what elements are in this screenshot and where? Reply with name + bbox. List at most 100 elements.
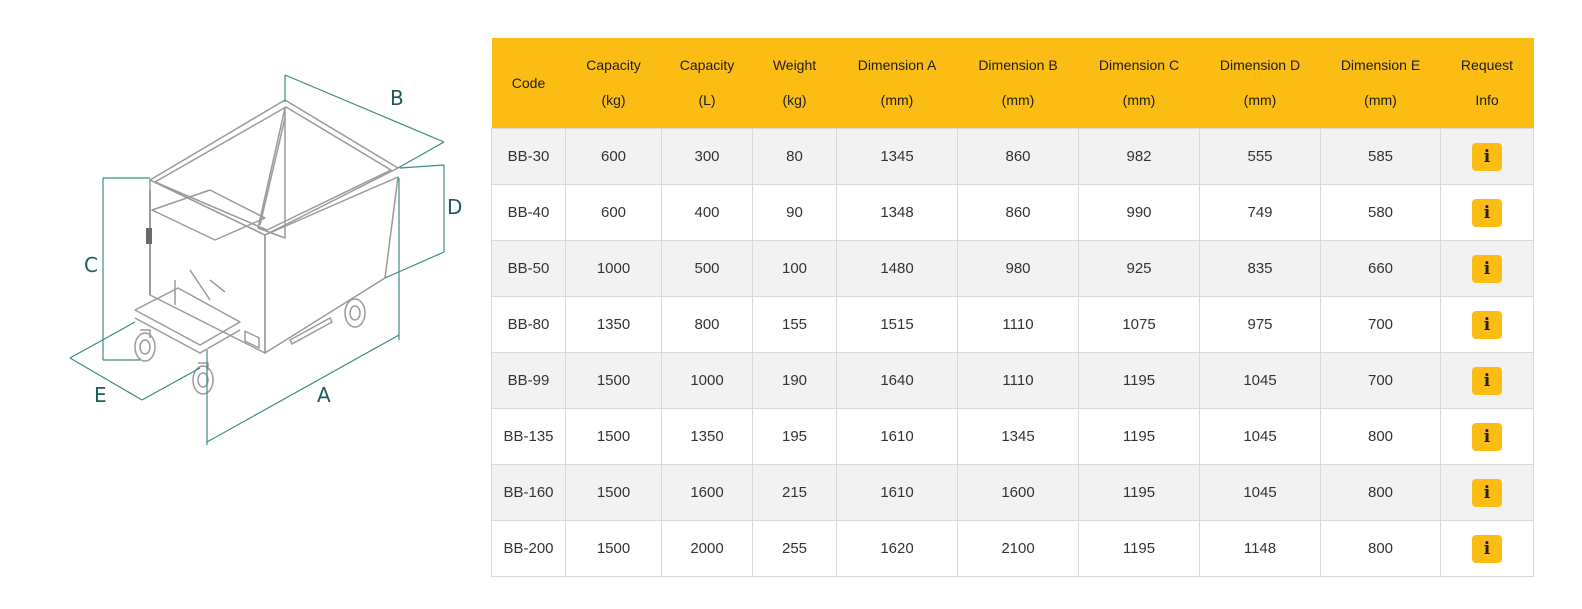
table-cell-capacity-kg: 1000: [565, 240, 662, 297]
info-icon: i: [1483, 426, 1491, 447]
table-row: BB-200 1500 2000 255 1620 2100 1195 1148 800 i: [491, 520, 1534, 577]
table-cell-capacity-kg: 1500: [565, 352, 662, 409]
column-header-weight: Weight (kg): [752, 38, 837, 129]
info-icon: i: [1483, 314, 1491, 335]
table-cell-dimension-a: 1610: [836, 464, 958, 521]
column-header-line1: Request: [1460, 57, 1514, 73]
table-cell-dimension-a: 1515: [836, 296, 958, 353]
table-cell-dimension-e: 700: [1320, 296, 1441, 353]
table-cell-capacity-kg: 1500: [565, 520, 662, 577]
table-row: BB-40 600 400 90 1348 860 990 749 580 i: [491, 184, 1534, 241]
table-cell-dimension-c: 1195: [1078, 408, 1200, 465]
table-cell-request-info: i: [1440, 184, 1534, 241]
request-info-button[interactable]: i: [1472, 254, 1502, 283]
table-cell-dimension-b: 1345: [957, 408, 1079, 465]
table-cell-capacity-l: 500: [661, 240, 753, 297]
column-header-line1: Dimension B: [978, 57, 1058, 73]
table-cell-code: BB-160: [491, 464, 566, 521]
request-info-button[interactable]: i: [1472, 310, 1502, 339]
table-row: BB-30 600 300 80 1345 860 982 555 585 i: [491, 128, 1534, 185]
table-body: BB-30 600 300 80 1345 860 982 555 585 i BB-40 600 40…: [491, 128, 1534, 577]
table-cell-dimension-c: 990: [1078, 184, 1200, 241]
column-header-line2: (kg): [601, 92, 626, 108]
column-header-line1: Dimension C: [1098, 57, 1180, 73]
table-cell-capacity-l: 1000: [661, 352, 753, 409]
table-cell-dimension-d: 555: [1199, 128, 1321, 185]
table-cell-weight: 80: [752, 128, 837, 185]
column-header-line2: (L): [698, 92, 716, 108]
column-header-capacity-kg: Capacity (kg): [565, 38, 662, 129]
column-header-dimension-b: Dimension B (mm): [957, 38, 1079, 129]
table-cell-capacity-kg: 600: [565, 184, 662, 241]
table-cell-capacity-kg: 600: [565, 128, 662, 185]
column-header-line2: (kg): [782, 92, 807, 108]
info-icon: i: [1483, 538, 1491, 559]
table-cell-weight: 215: [752, 464, 837, 521]
column-header-dimension-c: Dimension C (mm): [1078, 38, 1200, 129]
table-cell-capacity-l: 2000: [661, 520, 753, 577]
wheel-front-left: [134, 329, 156, 362]
table-cell-request-info: i: [1440, 352, 1534, 409]
table-cell-dimension-e: 580: [1320, 184, 1441, 241]
table-cell-dimension-e: 800: [1320, 408, 1441, 465]
dimension-label-e: E: [94, 383, 107, 407]
table-cell-dimension-c: 1075: [1078, 296, 1200, 353]
request-info-button[interactable]: i: [1472, 422, 1502, 451]
product-dimension-drawing: A B C D E: [69, 74, 462, 445]
table-cell-capacity-kg: 1500: [565, 408, 662, 465]
table-cell-dimension-c: 1195: [1078, 464, 1200, 521]
column-header-line2: Code: [511, 74, 546, 91]
table-cell-capacity-l: 1600: [661, 464, 753, 521]
wheel-front-right: [192, 362, 214, 395]
column-header-dimension-e: Dimension E (mm): [1320, 38, 1441, 129]
dimension-line-a: [206, 334, 400, 443]
table-row: BB-99 1500 1000 190 1640 1110 1195 1045 700 i: [491, 352, 1534, 409]
table-cell-code: BB-200: [491, 520, 566, 577]
request-info-button[interactable]: i: [1472, 198, 1502, 227]
table-cell-code: BB-30: [491, 128, 566, 185]
table-cell-dimension-e: 800: [1320, 464, 1441, 521]
table-cell-dimension-a: 1480: [836, 240, 958, 297]
table-cell-dimension-e: 585: [1320, 128, 1441, 185]
table-cell-dimension-b: 1110: [957, 352, 1079, 409]
table-cell-weight: 195: [752, 408, 837, 465]
table-cell-dimension-b: 860: [957, 128, 1079, 185]
table-row: BB-50 1000 500 100 1480 980 925 835 660 i: [491, 240, 1534, 297]
request-info-button[interactable]: i: [1472, 478, 1502, 507]
table-cell-capacity-l: 400: [661, 184, 753, 241]
table-cell-dimension-a: 1348: [836, 184, 958, 241]
info-icon: i: [1483, 202, 1491, 223]
table-cell-dimension-d: 749: [1199, 184, 1321, 241]
table-cell-request-info: i: [1440, 128, 1534, 185]
table-cell-dimension-c: 1195: [1078, 520, 1200, 577]
request-info-button[interactable]: i: [1472, 534, 1502, 563]
table-cell-dimension-d: 1045: [1199, 352, 1321, 409]
table-row: BB-160 1500 1600 215 1610 1600 1195 1045 800 i: [491, 464, 1534, 521]
table-cell-dimension-a: 1640: [836, 352, 958, 409]
column-header-line1: Dimension E: [1340, 57, 1421, 73]
table-cell-dimension-b: 1110: [957, 296, 1079, 353]
table-cell-dimension-a: 1610: [836, 408, 958, 465]
specification-table: Code Capacity (kg) Capacity (L) Weight (kg) Dim…: [491, 38, 1534, 577]
table-cell-dimension-b: 2100: [957, 520, 1079, 577]
table-cell-capacity-l: 300: [661, 128, 753, 185]
request-info-button[interactable]: i: [1472, 142, 1502, 171]
table-cell-dimension-d: 975: [1199, 296, 1321, 353]
table-cell-code: BB-135: [491, 408, 566, 465]
table-cell-capacity-l: 1350: [661, 408, 753, 465]
wheel-rear-right: [344, 298, 366, 328]
column-header-line2: (mm): [1243, 92, 1277, 108]
column-header-dimension-d: Dimension D (mm): [1199, 38, 1321, 129]
table-header-row: Code Capacity (kg) Capacity (L) Weight (kg) Dim…: [491, 38, 1534, 129]
column-header-line2: Info: [1475, 92, 1499, 108]
table-cell-capacity-l: 800: [661, 296, 753, 353]
table-cell-weight: 155: [752, 296, 837, 353]
table-cell-dimension-c: 1195: [1078, 352, 1200, 409]
request-info-button[interactable]: i: [1472, 366, 1502, 395]
dimension-label-d: D: [447, 195, 462, 219]
table-cell-request-info: i: [1440, 240, 1534, 297]
bin-handle: [151, 189, 266, 241]
table-cell-request-info: i: [1440, 296, 1534, 353]
table-cell-dimension-e: 700: [1320, 352, 1441, 409]
column-header-capacity-l: Capacity (L): [661, 38, 753, 129]
